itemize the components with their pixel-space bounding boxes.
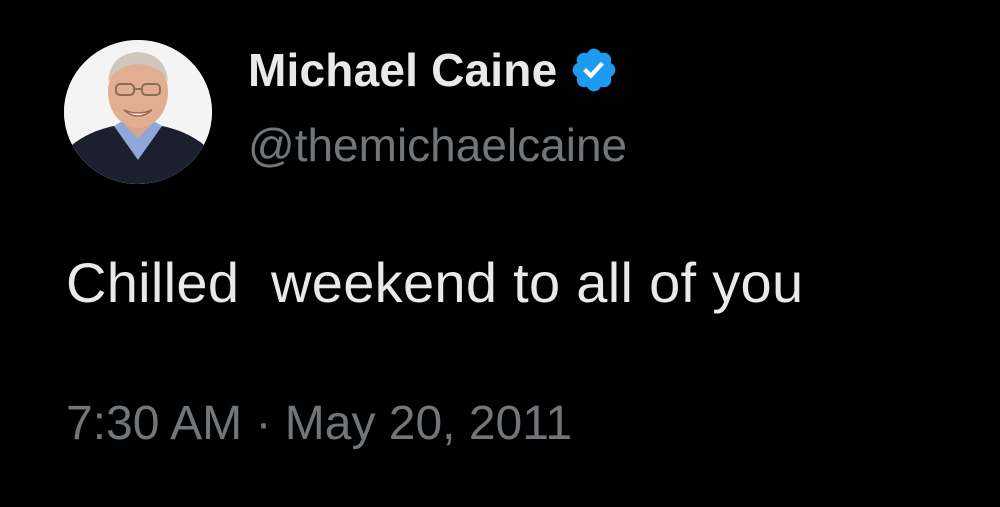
tweet-text: Chilled weekend to all of you: [66, 251, 804, 314]
tweet-timestamp[interactable]: 7:30 AM · May 20, 2011: [66, 396, 572, 451]
author-name-row: Michael Caine: [248, 42, 619, 98]
tweet-card: Michael Caine @themichaelcaine Chilled w…: [0, 0, 1000, 507]
avatar[interactable]: [64, 40, 212, 184]
author-handle[interactable]: @themichaelcaine: [248, 118, 627, 172]
verified-badge-icon: [569, 45, 619, 95]
author-name[interactable]: Michael Caine: [248, 43, 557, 97]
avatar-image: [64, 40, 212, 184]
